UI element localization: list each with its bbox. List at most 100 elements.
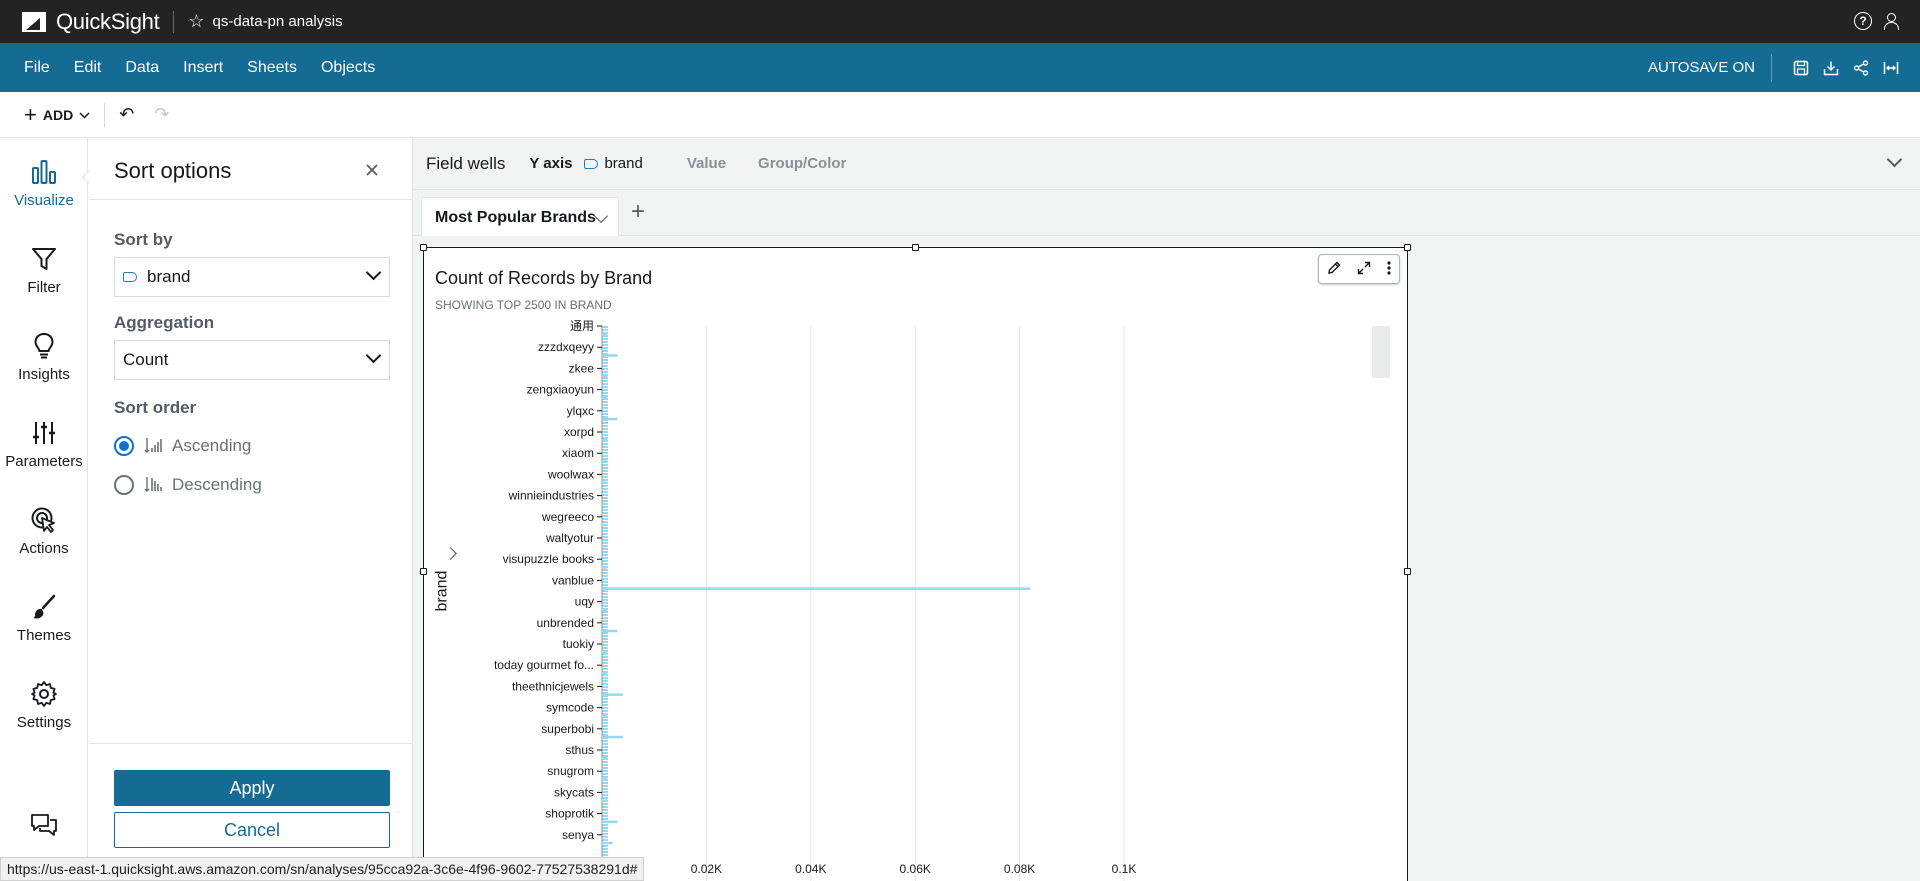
bar-background — [602, 665, 608, 667]
undo-icon[interactable]: ↶ — [119, 104, 134, 125]
menu-sheets[interactable]: Sheets — [247, 59, 297, 77]
descending-option[interactable]: Descending — [114, 475, 262, 495]
bar-background — [602, 539, 608, 541]
resize-handle[interactable] — [912, 244, 919, 251]
bar[interactable] — [602, 460, 608, 463]
bar[interactable] — [602, 841, 613, 845]
add-button[interactable]: + ADD — [24, 103, 90, 126]
bar-background — [602, 443, 608, 445]
bar-background — [602, 656, 608, 658]
redo-icon[interactable]: ↷ — [154, 104, 169, 125]
resize-handle[interactable] — [1404, 244, 1411, 251]
bar[interactable] — [602, 608, 608, 612]
nav-themes[interactable]: Themes — [0, 591, 88, 644]
sort-by-select[interactable]: brand — [114, 257, 390, 297]
bar[interactable] — [602, 566, 608, 569]
autosave-toggle[interactable]: AUTOSAVE ON — [1648, 59, 1755, 76]
bar-background — [602, 776, 608, 778]
ascending-radio[interactable] — [114, 436, 134, 456]
menu-bar: File Edit Data Insert Sheets Objects AUT… — [0, 43, 1920, 92]
bar-background — [602, 806, 608, 808]
bar[interactable] — [602, 735, 623, 739]
descending-radio[interactable] — [114, 475, 134, 495]
field-wells-title[interactable]: Field wells — [426, 154, 505, 174]
bar-background — [602, 560, 608, 562]
bar[interactable] — [602, 523, 608, 527]
nav-visualize[interactable]: Visualize — [0, 156, 88, 209]
menu-insert[interactable]: Insert — [183, 59, 223, 77]
bar-background — [602, 851, 608, 853]
value-well[interactable]: Value — [687, 155, 726, 172]
bar-background — [602, 602, 608, 604]
bar-background — [602, 854, 608, 856]
bar[interactable] — [602, 375, 608, 378]
bar[interactable] — [602, 417, 618, 421]
y-axis-field[interactable]: brand — [584, 155, 643, 172]
help-icon[interactable]: ? — [1854, 12, 1872, 30]
ascending-option[interactable]: Ascending — [114, 436, 251, 456]
bar[interactable] — [602, 778, 608, 781]
share-icon[interactable] — [1852, 59, 1870, 77]
fit-width-icon[interactable] — [1882, 59, 1900, 77]
download-icon[interactable] — [1822, 59, 1840, 77]
bar[interactable] — [602, 693, 623, 696]
bar[interactable] — [602, 714, 608, 718]
sheet-tab[interactable]: Most Popular Brands — [421, 197, 619, 237]
aggregation-select[interactable]: Count — [114, 340, 390, 380]
nav-insights[interactable]: Insights — [0, 330, 88, 383]
nav-settings[interactable]: Settings — [0, 678, 88, 731]
bar-background — [602, 380, 608, 382]
bar[interactable] — [602, 333, 608, 336]
bar[interactable] — [602, 354, 618, 357]
resize-handle[interactable] — [1404, 568, 1411, 575]
star-icon[interactable]: ☆ — [188, 11, 204, 32]
nav-filter[interactable]: Filter — [0, 243, 88, 296]
bar[interactable] — [602, 629, 618, 633]
bar[interactable] — [602, 672, 608, 675]
save-icon[interactable] — [1792, 59, 1810, 77]
menu-objects[interactable]: Objects — [321, 59, 375, 77]
nav-parameters[interactable]: Parameters — [0, 417, 88, 470]
bar[interactable] — [602, 481, 608, 484]
resize-handle[interactable] — [420, 244, 427, 251]
bar-background — [602, 527, 608, 529]
apply-button[interactable]: Apply — [114, 770, 390, 806]
nav-actions[interactable]: Actions — [0, 504, 88, 557]
close-icon[interactable] — [365, 158, 379, 183]
quicksight-logo[interactable]: QuickSight — [22, 9, 160, 35]
add-sheet-icon[interactable]: + — [631, 198, 645, 226]
bar-chart-visual[interactable]: Count of Records by Brand SHOWING TOP 25… — [423, 247, 1408, 881]
analysis-name[interactable]: qs-data-pn analysis — [213, 13, 343, 30]
menu-edit[interactable]: Edit — [74, 59, 102, 77]
bar[interactable] — [602, 820, 618, 824]
resize-handle[interactable] — [420, 568, 427, 575]
sort-order-label: Sort order — [114, 398, 197, 417]
bar[interactable] — [602, 545, 608, 548]
group-color-well[interactable]: Group/Color — [758, 155, 846, 172]
bar[interactable] — [602, 799, 608, 802]
bar[interactable] — [602, 757, 608, 760]
sort-ascending-icon — [144, 437, 162, 456]
y-tick-label: uqy — [575, 595, 594, 609]
chevron-down-icon[interactable] — [1886, 151, 1903, 168]
bar[interactable] — [602, 439, 608, 442]
bar[interactable] — [602, 396, 608, 400]
cancel-button[interactable]: Cancel — [114, 812, 390, 848]
left-nav: Visualize Filter Insights Parameters Act… — [0, 138, 97, 881]
user-icon[interactable] — [1882, 12, 1900, 30]
bar[interactable] — [602, 651, 608, 654]
bar-background — [602, 341, 608, 343]
bar[interactable] — [602, 587, 1031, 590]
chart-scrollbar[interactable] — [1372, 326, 1390, 378]
chevron-down-icon[interactable] — [593, 208, 609, 224]
menu-data[interactable]: Data — [125, 59, 159, 77]
bar-background — [602, 476, 608, 478]
bar-background — [602, 683, 608, 685]
nav-visualize-label: Visualize — [14, 192, 74, 209]
bar-background — [602, 845, 608, 847]
menu-file[interactable]: File — [24, 59, 50, 77]
bar[interactable] — [602, 502, 608, 506]
nav-community[interactable] — [0, 810, 88, 846]
y-tick-label: senya — [562, 828, 594, 842]
bar-background — [602, 512, 608, 514]
